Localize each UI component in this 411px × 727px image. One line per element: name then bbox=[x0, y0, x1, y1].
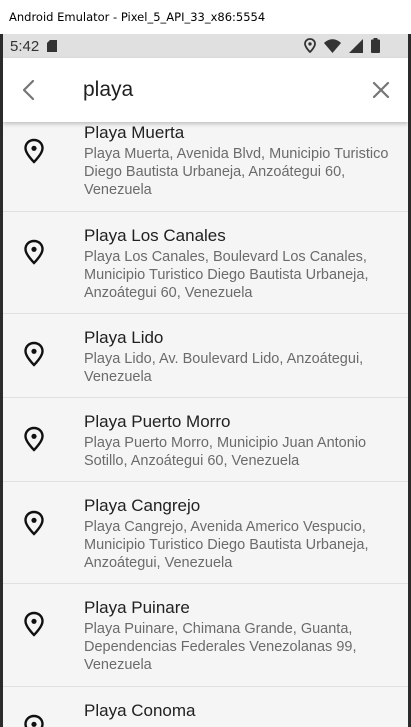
result-title: Playa Lido bbox=[84, 328, 164, 347]
result-title: Playa Los Canales bbox=[84, 226, 226, 245]
result-address: Playa Los Canales, Boulevard Los Canales… bbox=[84, 249, 369, 301]
result-title: Playa Muerta bbox=[84, 123, 185, 142]
close-icon[interactable] bbox=[369, 78, 393, 102]
list-item[interactable]: Playa Conoma bbox=[3, 687, 408, 727]
result-address: Playa Muerta, Avenida Blvd, Municipio Tu… bbox=[84, 146, 389, 198]
sim-icon bbox=[47, 40, 58, 52]
result-address: Playa Puerto Morro, Municipio Juan Anton… bbox=[84, 435, 367, 469]
result-title: Playa Conoma bbox=[84, 701, 196, 720]
location-pin-icon bbox=[24, 611, 44, 637]
status-time: 5:42 bbox=[10, 37, 40, 55]
location-pin-icon bbox=[24, 426, 44, 452]
signal-icon bbox=[349, 38, 363, 53]
status-bar: 5:42 bbox=[3, 34, 408, 58]
search-input[interactable] bbox=[83, 74, 353, 106]
list-item[interactable]: Playa Cangrejo Playa Cangrejo, Avenida A… bbox=[3, 482, 408, 584]
location-pin-icon bbox=[24, 714, 44, 727]
location-pin-icon bbox=[24, 510, 44, 536]
results-list: Playa Muerta Playa Muerta, Avenida Blvd,… bbox=[3, 122, 408, 727]
device-screen: 5:42 playa Playa Muerta Playa Muerta, Av… bbox=[3, 34, 408, 727]
list-item[interactable]: Playa Lido Playa Lido, Av. Boulevard Lid… bbox=[3, 314, 408, 398]
list-item[interactable]: Playa Los Canales Playa Los Canales, Bou… bbox=[3, 212, 408, 314]
location-pin-icon bbox=[24, 239, 44, 265]
result-address: Playa Lido, Av. Boulevard Lido, Anzoáteg… bbox=[84, 351, 364, 385]
result-address: Playa Puinare, Chimana Grande, Guanta, D… bbox=[84, 621, 357, 673]
result-title: Playa Puinare bbox=[84, 598, 190, 617]
location-pin-icon bbox=[24, 341, 44, 367]
location-pin-icon bbox=[24, 138, 44, 164]
search-app-bar bbox=[3, 58, 408, 122]
result-title: Playa Cangrejo bbox=[84, 496, 201, 515]
window-title-text: Android Emulator - Pixel_5_API_33_x86:55… bbox=[9, 10, 266, 24]
list-item[interactable]: Playa Puerto Morro Playa Puerto Morro, M… bbox=[3, 398, 408, 482]
list-item[interactable]: Playa Puinare Playa Puinare, Chimana Gra… bbox=[3, 584, 408, 687]
list-item[interactable]: Playa Muerta Playa Muerta, Avenida Blvd,… bbox=[3, 118, 408, 212]
arrow-back-icon[interactable] bbox=[17, 78, 41, 102]
location-icon bbox=[304, 38, 316, 53]
result-title: Playa Puerto Morro bbox=[84, 412, 231, 431]
battery-icon bbox=[371, 38, 380, 53]
emulator-window-title: Android Emulator - Pixel_5_API_33_x86:55… bbox=[0, 0, 411, 34]
result-address: Playa Cangrejo, Avenida Americo Vespucio… bbox=[84, 519, 369, 571]
wifi-icon bbox=[324, 38, 341, 53]
